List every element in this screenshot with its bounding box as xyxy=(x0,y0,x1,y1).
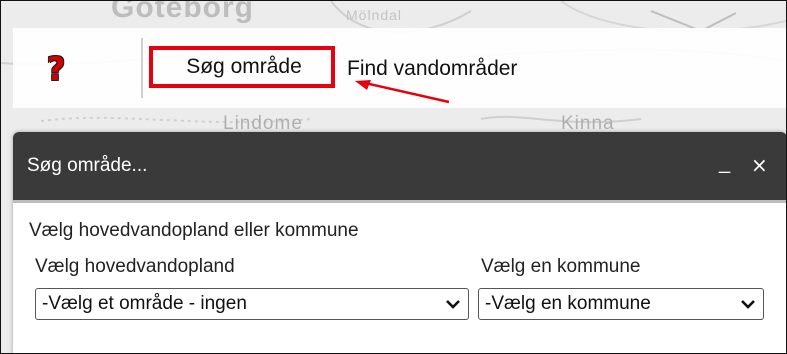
help-button[interactable]: ? xyxy=(39,51,73,87)
app-frame: Goteborg Lindome Kinna Mölndal ? Søg omr… xyxy=(0,0,787,354)
question-mark-icon: ? xyxy=(46,50,66,88)
search-area-dialog: Søg område... _ × Vælg hovedvandopland e… xyxy=(13,132,786,353)
map-label-goteborg: Goteborg xyxy=(111,0,254,24)
chevron-down-icon xyxy=(442,298,464,310)
tab-search-area-label: Søg område xyxy=(186,55,302,78)
close-button[interactable]: × xyxy=(751,153,768,177)
toolbar-divider xyxy=(141,38,143,98)
dialog-description: Vælg hovedvandopland eller kommune xyxy=(29,220,359,241)
chevron-down-icon xyxy=(737,298,759,310)
minimize-button[interactable]: _ xyxy=(719,152,730,175)
municipality-select-value: -Vælg en kommune xyxy=(485,293,651,314)
tab-search-area[interactable]: Søg område xyxy=(149,46,335,88)
map-label-molndal: Mölndal xyxy=(346,7,403,23)
dialog-divider xyxy=(13,200,786,203)
municipality-select-label: Vælg en kommune xyxy=(481,256,641,277)
basin-select-value: -Vælg et område - ingen xyxy=(42,293,247,314)
basin-select-label: Vælg hovedvandopland xyxy=(35,256,235,277)
annotation-arrow-icon xyxy=(355,80,450,104)
basin-select[interactable]: -Vælg et område - ingen xyxy=(35,288,469,320)
dialog-title: Søg område... xyxy=(27,155,148,176)
dialog-header[interactable]: Søg område... _ × xyxy=(13,132,786,200)
municipality-select[interactable]: -Vælg en kommune xyxy=(478,288,764,320)
